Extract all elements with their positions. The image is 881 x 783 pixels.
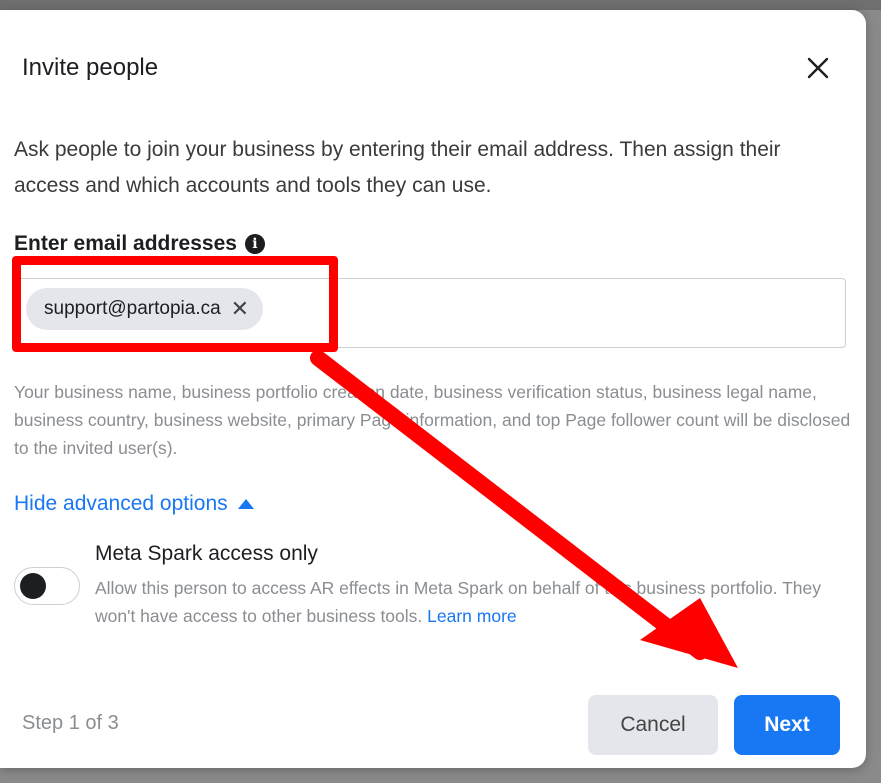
remove-chip-icon[interactable]: ✕	[231, 298, 249, 320]
advanced-link-label: Hide advanced options	[14, 492, 228, 515]
next-button[interactable]: Next	[734, 695, 840, 755]
close-icon	[807, 57, 829, 79]
email-chip-text: support@partopia.ca	[44, 298, 221, 319]
meta-spark-description: Allow this person to access AR effects i…	[95, 574, 845, 630]
meta-spark-toggle[interactable]	[14, 567, 80, 605]
learn-more-link[interactable]: Learn more	[427, 606, 517, 626]
close-button[interactable]	[800, 50, 836, 86]
step-indicator: Step 1 of 3	[22, 712, 119, 734]
cancel-button[interactable]: Cancel	[588, 695, 718, 755]
email-label-text: Enter email addresses	[14, 232, 237, 255]
dialog-description: Ask people to join your business by ente…	[14, 138, 781, 197]
email-chip: support@partopia.ca ✕	[26, 288, 264, 330]
page-backdrop	[0, 0, 881, 10]
toggle-knob	[20, 573, 46, 599]
invite-people-dialog: Invite people Ask people to join your bu…	[0, 10, 866, 768]
disclosure-text: Your business name, business portfolio c…	[14, 382, 851, 458]
email-field-label: Enter email addresses i	[14, 232, 265, 256]
hide-advanced-options-link[interactable]: Hide advanced options	[14, 492, 254, 516]
meta-spark-title: Meta Spark access only	[95, 542, 318, 565]
caret-up-icon	[237, 499, 254, 509]
info-icon[interactable]: i	[244, 234, 265, 254]
dialog-title: Invite people	[22, 54, 159, 81]
